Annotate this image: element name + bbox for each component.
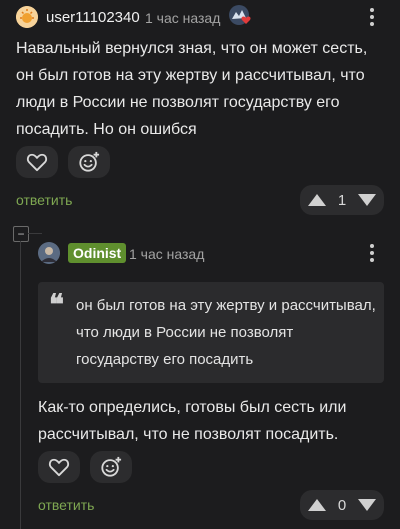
thread-line-horizontal <box>28 233 42 234</box>
collapse-thread-button[interactable]: − <box>13 226 29 242</box>
heart-outline-icon <box>48 458 70 477</box>
rating-value: 0 <box>337 496 347 514</box>
rating-value: 1 <box>337 191 347 209</box>
author-name[interactable]: user11102340 <box>46 9 140 26</box>
more-options-icon[interactable] <box>362 243 382 263</box>
rating-control: 1 <box>300 185 384 215</box>
author-avatar[interactable] <box>38 242 60 264</box>
downvote-icon[interactable] <box>358 499 376 511</box>
heart-outline-icon <box>26 153 48 172</box>
add-emoji-icon <box>101 456 122 477</box>
add-emoji-icon <box>79 151 100 172</box>
upvote-icon[interactable] <box>308 194 326 206</box>
sun-avatar-icon <box>16 6 38 28</box>
author-name[interactable]: Odinist <box>68 243 127 263</box>
user-badge[interactable] <box>228 4 254 30</box>
add-reaction-button[interactable] <box>90 451 132 483</box>
add-reaction-button[interactable] <box>68 146 110 178</box>
upvote-icon[interactable] <box>308 499 326 511</box>
quote-text: он был готов на эту жертву и рассчитывал… <box>76 297 376 368</box>
portrait-avatar-icon <box>38 242 60 264</box>
collapse-icon: − <box>17 227 25 241</box>
timestamp[interactable]: 1 час назад <box>145 10 220 26</box>
rating-control: 0 <box>300 490 384 520</box>
timestamp[interactable]: 1 час назад <box>129 246 204 262</box>
comment-text: Навальный вернулся зная, что он может се… <box>16 40 368 138</box>
like-button[interactable] <box>38 451 80 483</box>
comment-text: Как-то определись, готовы был сесть или … <box>38 399 347 443</box>
downvote-icon[interactable] <box>358 194 376 206</box>
reply-button[interactable]: ответить <box>38 497 94 513</box>
reply-button[interactable]: ответить <box>16 192 72 208</box>
quote-block: ❝ он был готов на эту жертву и рассчитыв… <box>38 282 384 383</box>
quote-icon: ❝ <box>49 289 65 320</box>
author-avatar[interactable] <box>16 6 38 28</box>
heart-badge-icon <box>229 5 251 25</box>
thread-line-vertical <box>20 241 21 529</box>
more-options-icon[interactable] <box>362 7 382 27</box>
like-button[interactable] <box>16 146 58 178</box>
